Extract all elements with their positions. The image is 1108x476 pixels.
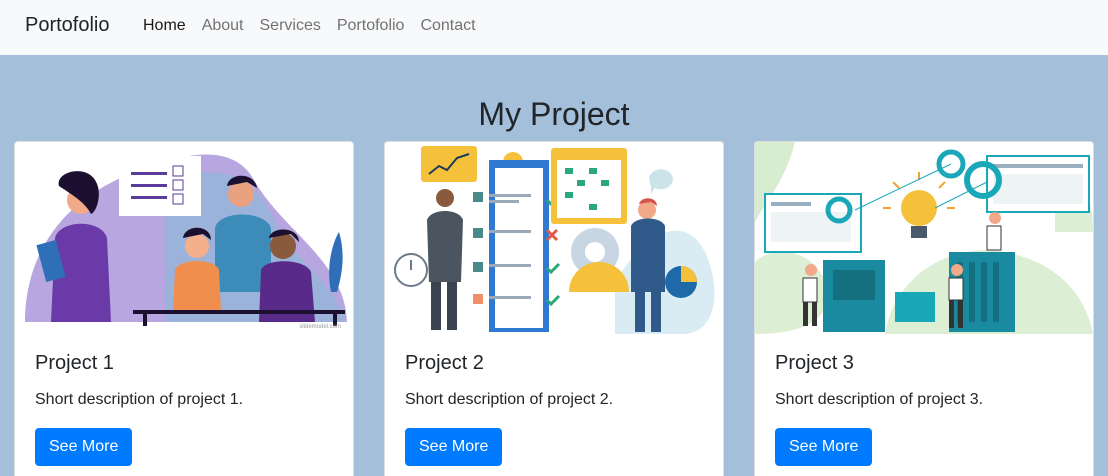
nav-link-services[interactable]: Services (260, 17, 321, 35)
project-1-illustration: slidemodel.com (15, 142, 353, 334)
project-description: Short description of project 2. (405, 391, 614, 408)
see-more-button[interactable]: See More (35, 428, 133, 466)
project-3-illustration (755, 142, 1093, 334)
see-more-button[interactable]: See More (405, 428, 503, 466)
nav-link-portofolio[interactable]: Portofolio (337, 17, 405, 35)
navbar-brand[interactable]: Portofolio (25, 14, 110, 37)
nav-link-about[interactable]: About (202, 17, 244, 35)
project-2-illustration (385, 142, 723, 334)
nav-links: Home About Services Portofolio Contact (143, 17, 492, 35)
nav-link-home[interactable]: Home (143, 17, 186, 35)
section-title: My Project (478, 96, 630, 132)
project-card-1: slidemodel.com Project 1 Short descripti… (14, 141, 354, 476)
project-card-2: Project 2 Short description of project 2… (384, 141, 724, 476)
see-more-button[interactable]: See More (775, 428, 873, 466)
project-card-3: Project 3 Short description of project 3… (754, 141, 1094, 476)
project-title: Project 3 (775, 352, 854, 374)
nav-link-contact[interactable]: Contact (420, 17, 475, 35)
image-credit: slidemodel.com (299, 324, 341, 330)
project-title: Project 2 (405, 352, 484, 374)
project-title: Project 1 (35, 352, 114, 374)
project-description: Short description of project 3. (775, 391, 984, 408)
project-description: Short description of project 1. (35, 391, 244, 408)
navbar: Portofolio Home About Services Portofoli… (0, 0, 1108, 55)
